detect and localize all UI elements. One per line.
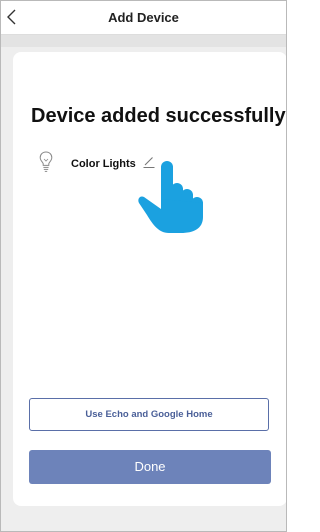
done-button[interactable]: Done	[29, 450, 271, 484]
header-divider-band	[1, 35, 286, 47]
add-device-screen: Add Device Device added successfully Col…	[0, 0, 287, 532]
light-bulb-icon	[39, 151, 53, 172]
top-bar: Add Device	[1, 1, 286, 35]
device-name-label: Color Lights	[71, 158, 136, 170]
result-card: Device added successfully Color Lights U…	[13, 52, 286, 506]
page-title: Add Device	[108, 10, 179, 25]
use-echo-google-home-button[interactable]: Use Echo and Google Home	[29, 398, 269, 431]
pointing-hand-icon	[138, 161, 203, 233]
success-heading: Device added successfully	[31, 105, 286, 127]
